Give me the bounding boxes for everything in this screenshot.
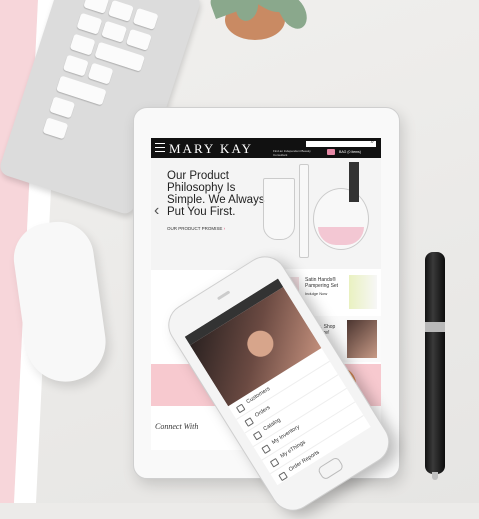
carousel-prev-icon[interactable]: ‹ [154, 202, 159, 220]
keyboard-key [132, 7, 159, 30]
product-image [349, 275, 377, 309]
keyboard-key [69, 33, 96, 56]
promo1-title: Satin Hands® Pampering Set [305, 277, 339, 289]
chevron-right-icon: › [222, 226, 226, 231]
pink-liquid [318, 227, 364, 245]
bag-count[interactable]: BAG (0 items) [339, 150, 361, 154]
round-flask-icon [313, 188, 369, 250]
keyboard-key [76, 12, 103, 35]
keyboard-key [125, 28, 152, 51]
customers-icon [235, 403, 246, 414]
hero-title: Our Product Philosophy Is Simple. We Alw… [167, 170, 265, 218]
phone-speaker [216, 290, 231, 301]
keyboard-key [101, 20, 128, 43]
search-icon[interactable]: ⌕ [371, 139, 374, 146]
keyboard-key [87, 62, 114, 85]
keyboard-key [62, 54, 89, 77]
menu-item-label: Orders [254, 404, 272, 419]
test-tube-icon [299, 164, 309, 258]
keyboard-key [42, 117, 69, 140]
product-promise-label: OUR PRODUCT PROMISE [167, 226, 223, 231]
keyboard-key [108, 0, 134, 22]
keyboard-key [83, 0, 110, 14]
phone-home-button[interactable] [316, 456, 345, 481]
keyboard-key [49, 96, 76, 119]
potted-plant [170, 0, 330, 60]
catalog-icon [252, 430, 263, 441]
inventory-icon [261, 444, 271, 455]
fountain-pen [425, 252, 445, 480]
connect-heading: Connect With [155, 422, 199, 431]
hero-banner: ‹ Our Product Philosophy Is Simple. We A… [151, 158, 381, 270]
orders-icon [244, 417, 255, 427]
hamburger-menu-icon[interactable] [155, 143, 165, 152]
stopper-icon [349, 162, 359, 202]
search-input[interactable]: ⌕ [306, 139, 376, 147]
reports-icon [278, 471, 288, 482]
flask-icon [263, 178, 295, 240]
product-promise-link[interactable]: OUR PRODUCT PROMISE › [167, 226, 225, 231]
pen-band [425, 322, 445, 332]
pen-tip [432, 472, 438, 480]
ethings-icon [269, 457, 280, 468]
site-header: MARY KAY ⌕ Find an Independent Beauty Co… [151, 138, 381, 158]
brand-logo[interactable]: MARY KAY [169, 141, 253, 157]
promo1-link[interactable]: Indulge Now [305, 291, 327, 297]
catalog-image [347, 320, 377, 358]
find-consultant-link[interactable]: Find an Independent Beauty Consultant [273, 149, 323, 157]
bag-icon[interactable] [327, 149, 335, 155]
